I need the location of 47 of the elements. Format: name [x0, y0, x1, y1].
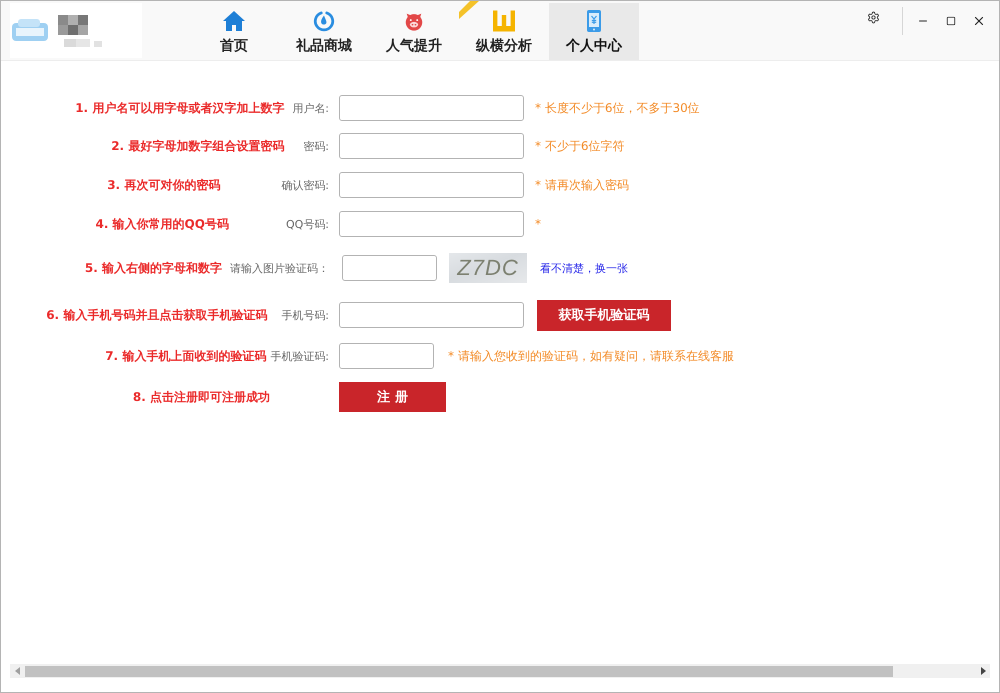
hint-text: *	[535, 217, 541, 231]
text-input-field[interactable]	[339, 95, 524, 121]
text-input-field[interactable]	[339, 211, 524, 237]
nav-tab[interactable]: 纵横分析	[459, 3, 549, 60]
code-input-field[interactable]	[339, 343, 434, 369]
left-triangle-icon	[14, 667, 20, 675]
settings-icon	[866, 10, 880, 24]
phone-input-field[interactable]	[339, 302, 524, 328]
nav-tab[interactable]: 礼品商城	[279, 3, 369, 60]
field-label: 密码:	[303, 138, 329, 154]
bars-icon	[493, 10, 515, 32]
nav-tab[interactable]: 首页	[189, 3, 279, 60]
maximize-icon	[946, 16, 956, 26]
home-icon	[223, 10, 245, 32]
swirl-circle-icon	[313, 10, 335, 32]
hint-text: * 长度不少于6位，不多于30位	[535, 100, 700, 116]
text-input-field[interactable]	[339, 133, 524, 159]
close-icon	[972, 14, 986, 28]
nav-tab[interactable]: 人气提升	[369, 3, 459, 60]
text-input-field[interactable]	[339, 172, 524, 198]
field-label: 确认密码:	[281, 178, 329, 192]
get-code-button[interactable]: 获取手机验证码	[537, 300, 671, 330]
field-label: QQ号码:	[286, 216, 329, 232]
hint-text: * 请再次输入密码	[535, 176, 629, 194]
step-instruction: 3. 再次可对你的密码	[107, 176, 220, 194]
captcha-input-field[interactable]	[342, 255, 437, 281]
field-label: 请输入图片验证码：	[230, 260, 329, 276]
step-instruction: 2. 最好字母加数字组合设置密码	[111, 138, 284, 154]
nav-tab[interactable]: 个人中心	[549, 3, 639, 60]
field-label: 用户名:	[292, 100, 329, 116]
horizontal-scrollbar[interactable]	[10, 664, 990, 678]
refresh-captcha-link[interactable]: 看不清楚，换一张	[540, 260, 628, 276]
captcha-text: Z7DC	[457, 257, 519, 279]
register-button[interactable]: 注 册	[339, 382, 446, 412]
hint-text: * 不少于6位字符	[535, 138, 624, 154]
step-instruction: 5. 输入右侧的字母和数字	[84, 260, 222, 276]
scrollbar-thumb[interactable]	[25, 666, 893, 676]
settings-button[interactable]	[865, 9, 881, 25]
right-triangle-icon	[980, 667, 986, 675]
step-instruction: 1. 用户名可以用字母或者汉字加上数字	[75, 100, 284, 116]
step-instruction: 8. 点击注册即可注册成功	[132, 388, 270, 406]
step-instruction: 4. 输入你常用的QQ号码	[95, 216, 229, 232]
step-instruction: 7. 输入手机上面收到的验证码	[105, 348, 266, 364]
hint-text: * 请输入您收到的验证码，如有疑问，请联系在线客服	[448, 348, 734, 364]
field-label: 手机号码:	[281, 308, 329, 322]
field-label: 手机验证码:	[270, 348, 329, 364]
step-instruction: 6. 输入手机号码并且点击获取手机验证码	[46, 306, 268, 324]
